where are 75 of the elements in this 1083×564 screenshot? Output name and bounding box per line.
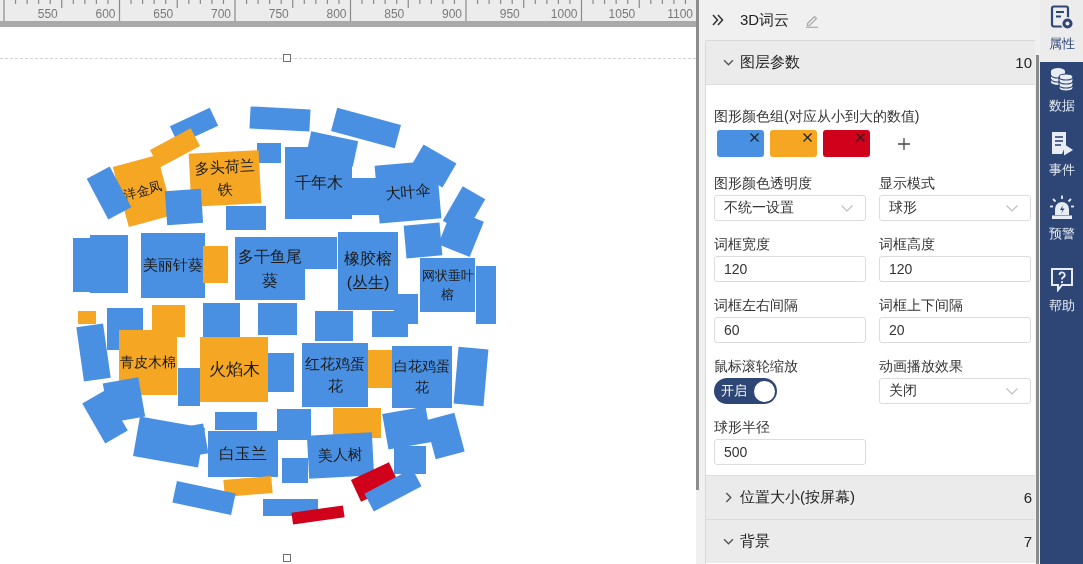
color-swatch[interactable] bbox=[717, 130, 764, 157]
plus-icon[interactable] bbox=[898, 137, 910, 150]
section-header[interactable]: 位置大小(按屏幕) 6 bbox=[706, 475, 1035, 519]
ruler-label: 700 bbox=[209, 8, 231, 21]
section-count: 6 bbox=[1023, 489, 1032, 506]
panel-title: 3D词云 bbox=[740, 10, 790, 30]
section-title: 图层参数 bbox=[740, 53, 801, 72]
word-tile: 千年木 bbox=[285, 147, 352, 219]
ruler-label: 1050 bbox=[607, 8, 636, 21]
section-header[interactable]: 图层参数 10 bbox=[706, 41, 1035, 84]
field-label: 球形半径 bbox=[714, 418, 771, 437]
document-play-icon bbox=[1049, 131, 1074, 156]
close-icon[interactable] bbox=[750, 133, 759, 142]
help-bubble-icon bbox=[1049, 267, 1074, 292]
field-label: 图形颜色组(对应从小到大的数值) bbox=[714, 107, 921, 126]
ruler-label: 950 bbox=[498, 8, 520, 21]
ruler-label: 800 bbox=[325, 8, 347, 21]
field-label: 词框宽度 bbox=[714, 235, 771, 254]
ruler-label: 1000 bbox=[549, 8, 578, 21]
chevron-down-icon bbox=[841, 204, 853, 212]
alarm-light-icon bbox=[1049, 195, 1074, 220]
sidebar-tab[interactable]: 属性 bbox=[1040, 0, 1083, 62]
word-tile: 多头荷兰铁 bbox=[188, 150, 262, 207]
field-label: 词框高度 bbox=[879, 235, 936, 254]
color-swatch[interactable] bbox=[823, 130, 870, 157]
word-tile: 网状垂叶榕 bbox=[420, 258, 475, 312]
input-field[interactable]: 120 bbox=[714, 256, 866, 282]
sidebar-tab[interactable]: 帮助 bbox=[1040, 262, 1083, 326]
close-icon[interactable] bbox=[803, 133, 812, 142]
word-tile: 火焰木 bbox=[200, 337, 268, 402]
word-tile: 白花鸡蛋花 bbox=[392, 346, 452, 408]
database-icon bbox=[1049, 67, 1074, 92]
scrollbar[interactable] bbox=[696, 0, 699, 490]
field-label: 词框上下间隔 bbox=[879, 296, 964, 315]
chevron-down-icon bbox=[1006, 387, 1018, 395]
resize-handle[interactable] bbox=[283, 554, 291, 562]
select-field[interactable]: 不统一设置 bbox=[714, 195, 866, 221]
section-title: 背景 bbox=[740, 532, 771, 551]
double-chevron-icon[interactable] bbox=[712, 14, 724, 26]
sidebar-tab[interactable]: 数据 bbox=[1040, 62, 1083, 126]
word-tile: 白玉兰 bbox=[208, 431, 278, 477]
resize-handle[interactable] bbox=[283, 54, 291, 62]
ruler-label: 850 bbox=[383, 8, 405, 21]
word-tile: 多干鱼尾葵 bbox=[235, 237, 305, 300]
section-header[interactable]: 背景 7 bbox=[706, 519, 1035, 563]
input-field[interactable]: 120 bbox=[879, 256, 1031, 282]
input-field[interactable]: 60 bbox=[714, 317, 866, 343]
word-tile: 红花鸡蛋花 bbox=[302, 343, 368, 407]
input-field[interactable]: 20 bbox=[879, 317, 1031, 343]
select-field[interactable]: 关闭 bbox=[879, 378, 1031, 404]
document-gear-icon bbox=[1049, 5, 1074, 30]
word-tile: 橡胶榕(丛生) bbox=[338, 232, 398, 310]
section-title: 位置大小(按屏幕) bbox=[740, 488, 856, 507]
field-label: 动画播放效果 bbox=[879, 357, 964, 376]
input-field[interactable]: 500 bbox=[714, 439, 866, 465]
ruler-label: 1100 bbox=[666, 8, 693, 21]
scrollbar[interactable] bbox=[1036, 55, 1039, 564]
ruler-label: 550 bbox=[36, 8, 58, 21]
sidebar-tab[interactable]: 预警 bbox=[1040, 190, 1083, 254]
field-label: 显示模式 bbox=[879, 174, 936, 193]
field-label: 图形颜色透明度 bbox=[714, 174, 813, 193]
section-count: 10 bbox=[1015, 54, 1032, 71]
field-label: 词框左右间隔 bbox=[714, 296, 799, 315]
select-field[interactable]: 球形 bbox=[879, 195, 1031, 221]
word-tile: 美丽针葵 bbox=[141, 233, 205, 298]
ruler-label: 600 bbox=[94, 8, 116, 21]
color-swatch[interactable] bbox=[770, 130, 817, 157]
field-label: 鼠标滚轮缩放 bbox=[714, 357, 799, 376]
toggle-switch[interactable]: 开启 bbox=[714, 378, 777, 404]
sidebar-tab[interactable]: 事件 bbox=[1040, 126, 1083, 190]
ruler-label: 900 bbox=[440, 8, 462, 21]
section-count: 7 bbox=[1023, 533, 1032, 550]
ruler-label: 750 bbox=[267, 8, 289, 21]
chevron-down-icon bbox=[1006, 204, 1018, 212]
ruler-label: 650 bbox=[152, 8, 174, 21]
